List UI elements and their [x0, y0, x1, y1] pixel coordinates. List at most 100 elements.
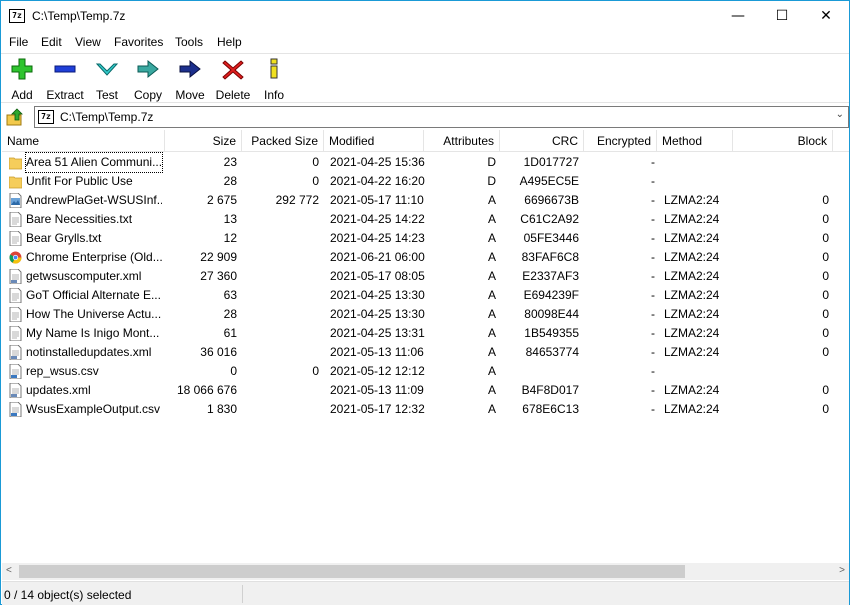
menu-favorites[interactable]: Favorites — [114, 35, 163, 49]
cell-packed-size — [242, 210, 319, 229]
cell-name: GoT Official Alternate E... — [26, 288, 161, 302]
cell-attributes: A — [487, 269, 496, 283]
cell-crc: E2337AF3 — [522, 269, 579, 283]
cell-name: How The Universe Actu... — [26, 307, 162, 321]
cell-modified: 2021-04-25 15:36 — [330, 155, 425, 169]
move-button[interactable]: Move — [173, 58, 207, 102]
minimize-button[interactable]: — — [715, 1, 761, 31]
cell-modified: 2021-04-25 14:22 — [330, 212, 425, 226]
table-row[interactable]: getwsuscomputer.xml 27 360 2021-05-17 08:0… — [2, 267, 849, 286]
delete-label: Delete — [215, 88, 251, 102]
table-row[interactable]: updates.xml 18 066 676 2021-05-13 11:09 A B4… — [2, 381, 849, 400]
cell-size: 1 830 — [206, 402, 237, 416]
table-row[interactable]: How The Universe Actu... 28 2021-04-25 13:… — [2, 305, 849, 324]
table-row[interactable]: GoT Official Alternate E... 63 2021-04-25 … — [2, 286, 849, 305]
cell-encrypted: - — [651, 307, 655, 321]
table-row[interactable]: Chrome Enterprise (Old... 22 909 2021-06-2… — [2, 248, 849, 267]
xml-file-icon — [9, 268, 22, 285]
cell-name: updates.xml — [26, 383, 91, 397]
cell-size: 36 016 — [200, 345, 237, 359]
delete-button[interactable]: Delete — [214, 58, 252, 102]
cell-attributes: A — [487, 307, 496, 321]
cell-method: LZMA2:24 — [664, 402, 720, 416]
column-block[interactable]: Block — [733, 130, 833, 152]
title-bar[interactable]: 7z C:\Temp\Temp.7z — ☐ ✕ — [1, 1, 849, 31]
maximize-button[interactable]: ☐ — [759, 1, 805, 31]
chevron-down-icon[interactable]: ⌄ — [836, 109, 844, 120]
table-row[interactable]: Area 51 Alien Communi... 23 0 2021-04-25 15… — [2, 152, 849, 173]
info-button[interactable]: Info — [261, 58, 287, 102]
cell-name: rep_wsus.csv — [26, 364, 99, 378]
cell-block — [733, 362, 829, 381]
cell-size: 13 — [223, 212, 237, 226]
cell-method — [664, 362, 734, 381]
column-packed-size[interactable]: Packed Size — [242, 130, 324, 152]
address-input[interactable]: 7z C:\Temp\Temp.7z ⌄ — [34, 106, 849, 128]
scroll-left-icon[interactable]: < — [6, 565, 12, 576]
cell-modified: 2021-04-25 14:23 — [330, 231, 425, 245]
cell-crc: 1D017727 — [523, 155, 579, 169]
table-row[interactable]: Unfit For Public Use 28 0 2021-04-22 16:20 D… — [2, 172, 849, 191]
column-name[interactable]: Name — [2, 130, 165, 152]
menu-tools[interactable]: Tools — [175, 35, 203, 49]
cell-method: LZMA2:24 — [664, 250, 720, 264]
cell-size: 28 — [223, 307, 237, 321]
column-modified[interactable]: Modified — [324, 130, 424, 152]
column-encrypted[interactable]: Encrypted — [584, 130, 657, 152]
horizontal-scrollbar[interactable]: < > — [2, 563, 849, 580]
test-button[interactable]: Test — [91, 58, 123, 102]
menu-edit[interactable]: Edit — [41, 35, 62, 49]
cell-packed-size — [242, 267, 319, 286]
copy-button[interactable]: Copy — [131, 58, 165, 102]
cell-packed-size — [242, 400, 319, 419]
status-text: 0 / 14 object(s) selected — [4, 588, 132, 602]
cell-packed-size — [242, 343, 319, 362]
column-method[interactable]: Method — [657, 130, 733, 152]
add-button[interactable]: Add — [7, 58, 37, 102]
extract-button[interactable]: Extract — [43, 58, 87, 102]
table-row[interactable]: Bare Necessities.txt 13 2021-04-25 14:22 A C… — [2, 210, 849, 229]
cell-name: Unfit For Public Use — [26, 174, 133, 188]
cell-modified: 2021-05-17 08:05 — [330, 269, 425, 283]
menu-view[interactable]: View — [75, 35, 101, 49]
cell-modified: 2021-04-22 16:20 — [330, 174, 425, 188]
cell-packed-size — [242, 324, 319, 343]
test-label: Test — [95, 88, 118, 102]
cell-size: 18 066 676 — [176, 383, 237, 397]
table-row[interactable]: rep_wsus.csv 0 0 2021-05-12 12:12 A - — [2, 362, 849, 381]
table-row[interactable]: AndrewPlaGet-WSUSInf... 2 675 292 772 2021-… — [2, 191, 849, 210]
cell-method: LZMA2:24 — [664, 231, 720, 245]
cell-crc: C61C2A92 — [520, 212, 579, 226]
cell-block — [733, 172, 829, 191]
cell-method: LZMA2:24 — [664, 288, 720, 302]
scroll-right-icon[interactable]: > — [839, 565, 845, 576]
cell-modified: 2021-05-17 11:10 — [330, 193, 424, 207]
cell-attributes: A — [487, 383, 496, 397]
cell-block: 0 — [822, 212, 829, 226]
image-file-icon — [9, 192, 22, 209]
close-button[interactable]: ✕ — [803, 1, 849, 31]
table-row[interactable]: My Name Is Inigo Mont... 61 2021-04-25 13:… — [2, 324, 849, 343]
menu-bar: File Edit View Favorites Tools Help — [1, 31, 849, 53]
folder-up-icon[interactable] — [5, 107, 25, 127]
copy-label: Copy — [133, 88, 162, 102]
scroll-thumb[interactable] — [19, 565, 685, 578]
table-row[interactable]: WsusExampleOutput.csv 1 830 2021-05-17 12:… — [2, 400, 849, 419]
menu-file[interactable]: File — [9, 35, 28, 49]
main-window: 7z C:\Temp\Temp.7z — ☐ ✕ File Edit View … — [0, 0, 850, 605]
column-attributes[interactable]: Attributes — [424, 130, 500, 152]
cell-method: LZMA2:24 — [664, 212, 720, 226]
check-icon — [95, 63, 119, 76]
file-list[interactable]: Name Size Packed Size Modified Attribute… — [2, 130, 849, 563]
menu-help[interactable]: Help — [217, 35, 242, 49]
cell-block: 0 — [822, 231, 829, 245]
table-row[interactable]: Bear Grylls.txt 12 2021-04-25 14:23 A 05FE34… — [2, 229, 849, 248]
cell-packed-size — [242, 305, 319, 324]
column-size[interactable]: Size — [165, 130, 242, 152]
info-icon — [270, 58, 278, 79]
column-crc[interactable]: CRC — [500, 130, 584, 152]
cell-method: LZMA2:24 — [664, 193, 720, 207]
table-row[interactable]: notinstalledupdates.xml 36 016 2021-05-13 … — [2, 343, 849, 362]
plus-icon — [11, 58, 33, 80]
cell-block: 0 — [822, 326, 829, 340]
